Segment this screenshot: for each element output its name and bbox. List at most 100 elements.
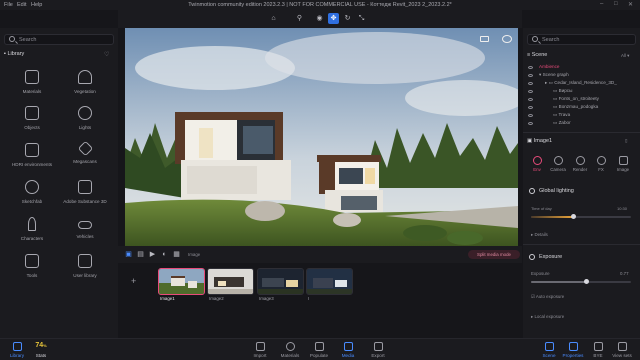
time-of-day-slider[interactable] [531, 214, 631, 219]
nav-materials[interactable]: Materials [275, 342, 305, 358]
tab-env[interactable]: Env [528, 156, 546, 172]
move-tool-icon[interactable]: ✥ [328, 13, 339, 24]
rotate-tool-icon[interactable]: ↻ [342, 13, 353, 24]
divider [523, 132, 640, 133]
media-thumbnail[interactable] [158, 268, 205, 295]
nav-media[interactable]: Media [333, 342, 363, 358]
paint-icon[interactable]: ⚲ [294, 13, 305, 24]
substance-icon [78, 180, 92, 194]
scene-item-ambience[interactable]: Ambience [539, 64, 559, 69]
scene-item[interactable]: ▭ Bonzmau_podogka [553, 104, 598, 110]
image-media-icon[interactable]: ▣ [123, 249, 134, 260]
exposure-heading: Exposure [539, 254, 563, 260]
visibility-eye-icon[interactable] [528, 122, 533, 125]
scene-heading: ≡ Scene [527, 52, 548, 58]
library-item-sketchfab[interactable]: Sketchfab [7, 180, 57, 220]
media-bar: ▣ ▤ ▶ ◐ ▦ Image Split media mode [118, 246, 522, 263]
vehicles-icon [78, 221, 92, 229]
scene-item[interactable]: ▭ Zabor [553, 120, 571, 126]
media-thumbnail[interactable] [207, 268, 254, 295]
view-sets-button[interactable]: View sets [607, 342, 637, 358]
slider-knob[interactable] [584, 279, 589, 284]
viewport[interactable] [125, 28, 518, 246]
library-item-vehicles[interactable]: Vehicles [60, 217, 110, 257]
tab-camera[interactable]: Camera [549, 156, 567, 172]
phasing-icon[interactable]: ◐ [159, 249, 170, 260]
scene-item[interactable]: ▭ Вирсы [553, 88, 572, 94]
properties-icon [568, 342, 578, 351]
close-icon[interactable]: ✕ [628, 1, 633, 8]
expand-icon[interactable]: ▯ [625, 138, 627, 144]
visibility-eye-icon[interactable] [528, 106, 533, 109]
media-icon [343, 342, 353, 351]
library-item-materials[interactable]: Materials [7, 70, 57, 110]
properties-panel: Search ≡ Scene All ▾ Ambience ▾ Scene gr… [523, 28, 640, 338]
media-thumbnail[interactable] [257, 268, 304, 295]
library-item-characters[interactable]: Characters [7, 217, 57, 257]
scene-search-input[interactable]: Search [527, 34, 636, 45]
exposure-value: 0.77 [620, 271, 629, 276]
materials-icon [25, 70, 39, 84]
media-thumbnail[interactable] [306, 268, 353, 295]
render-icon [575, 156, 585, 165]
local-exposure-expander[interactable]: ▸ Local exposure [531, 314, 564, 320]
library-item-vegetation[interactable]: Vegetation [60, 70, 110, 110]
navigation-icon[interactable]: ◉ [314, 13, 325, 24]
slider-knob[interactable] [571, 214, 576, 219]
objects-icon [25, 106, 39, 120]
tab-image[interactable]: Image [614, 156, 632, 172]
visibility-eye-icon[interactable] [528, 90, 533, 93]
favorite-icon[interactable]: ♡ [104, 51, 109, 58]
split-media-mode-button[interactable]: Split media mode [468, 250, 520, 259]
import-icon [255, 342, 265, 351]
nav-export[interactable]: Export [363, 342, 393, 358]
stats-button[interactable]: 74% Stats [26, 342, 56, 358]
tab-fx[interactable]: FX [592, 156, 610, 172]
nav-import[interactable]: Import [245, 342, 275, 358]
minimize-icon[interactable]: – [600, 1, 603, 7]
auto-exposure-checkbox[interactable]: ☑ Auto exposure [531, 294, 564, 300]
maximize-icon[interactable]: □ [614, 1, 618, 7]
details-expander[interactable]: ▸ Details [531, 232, 548, 238]
library-item-substance[interactable]: Adobe Substance 3D [60, 180, 110, 220]
library-item-megascans[interactable]: Megascans [60, 140, 110, 183]
library-search-input[interactable]: Search [4, 34, 114, 45]
camera-icon[interactable]: ⌂ [268, 13, 279, 24]
nav-populate[interactable]: Populate [304, 342, 334, 358]
presentation-icon[interactable]: ▦ [171, 249, 182, 260]
scene-item[interactable]: ▭ Fonts_on_stroiteety [553, 96, 599, 102]
global-lighting-toggle[interactable] [529, 188, 535, 194]
scene-item[interactable]: ▾ Scene graph [539, 72, 569, 78]
panorama-icon[interactable]: ▤ [135, 249, 146, 260]
video-icon[interactable]: ▶ [147, 249, 158, 260]
visibility-eye-icon[interactable] [528, 114, 533, 117]
exposure-slider[interactable] [531, 279, 631, 284]
thumbnail-label: Image1 [160, 296, 175, 301]
env-icon [532, 156, 542, 165]
scene-item[interactable]: ▭ Trava [553, 112, 570, 118]
library-item-hdri[interactable]: HDRI environments [7, 143, 57, 183]
vr-icon[interactable] [502, 35, 512, 43]
visibility-eye-icon[interactable] [528, 74, 533, 77]
visibility-eye-icon[interactable] [528, 66, 533, 69]
tab-render[interactable]: Render [571, 156, 589, 172]
scene-item[interactable]: ▸ ▭ Cedar_Island_Residence_3D_ [545, 80, 617, 86]
visibility-eye-icon[interactable] [528, 82, 533, 85]
visibility-eye-icon[interactable] [528, 98, 533, 101]
library-icon [12, 342, 22, 351]
view-sets-icon [617, 342, 627, 351]
scene-filter-dropdown[interactable]: All ▾ [621, 53, 629, 59]
exposure-toggle[interactable] [529, 254, 535, 260]
library-panel: Search ▪ Library ♡ Materials Vegetation … [0, 28, 118, 338]
lights-icon [78, 106, 92, 120]
add-media-icon[interactable]: + [131, 276, 136, 286]
scale-tool-icon[interactable]: ⤡ [356, 13, 367, 24]
populate-icon [314, 342, 324, 351]
library-item-objects[interactable]: Objects [7, 106, 57, 146]
library-item-lights[interactable]: Lights [60, 106, 110, 146]
library-item-tools[interactable]: Tools [7, 254, 57, 294]
megascans-icon [77, 140, 93, 157]
library-item-user-library[interactable]: User library [60, 254, 110, 294]
aspect-ratio-icon[interactable] [480, 36, 489, 42]
camera-icon [553, 156, 563, 165]
